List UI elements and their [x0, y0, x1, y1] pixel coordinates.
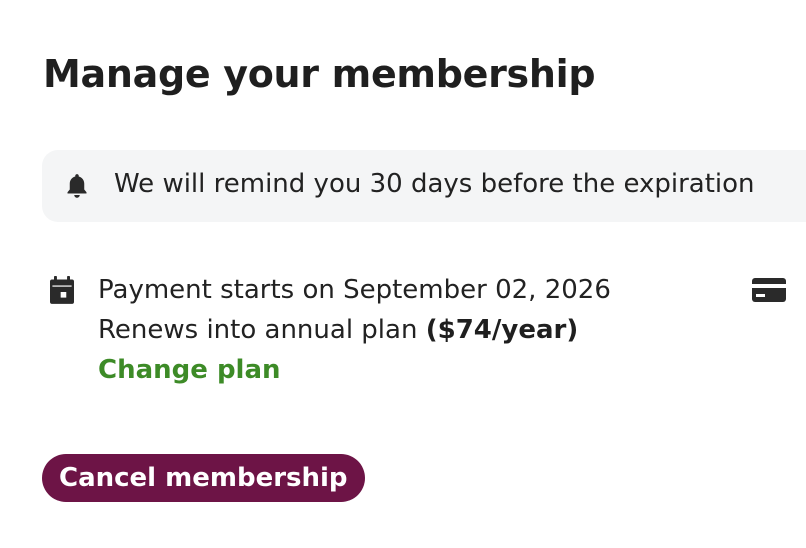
change-plan-link[interactable]: Change plan — [98, 350, 281, 390]
cancel-membership-button[interactable]: Cancel membership — [42, 454, 365, 502]
bell-icon — [67, 174, 87, 198]
renewal-price: ($74/year) — [425, 315, 579, 345]
calendar-icon — [50, 276, 74, 304]
reminder-banner: We will remind you 30 days before the ex… — [42, 150, 806, 222]
renewal-line: Renews into annual plan ($74/year) — [98, 310, 611, 350]
page-title: Manage your membership — [43, 52, 596, 96]
credit-card-icon — [752, 278, 786, 302]
membership-page: Manage your membership We will remind yo… — [0, 0, 806, 548]
reminder-text: We will remind you 30 days before the ex… — [114, 169, 755, 199]
renewal-text: Renews into annual plan — [98, 315, 426, 345]
payment-details: Payment starts on September 02, 2026 Ren… — [98, 270, 611, 390]
payment-start-text: Payment starts on September 02, 2026 — [98, 275, 611, 305]
